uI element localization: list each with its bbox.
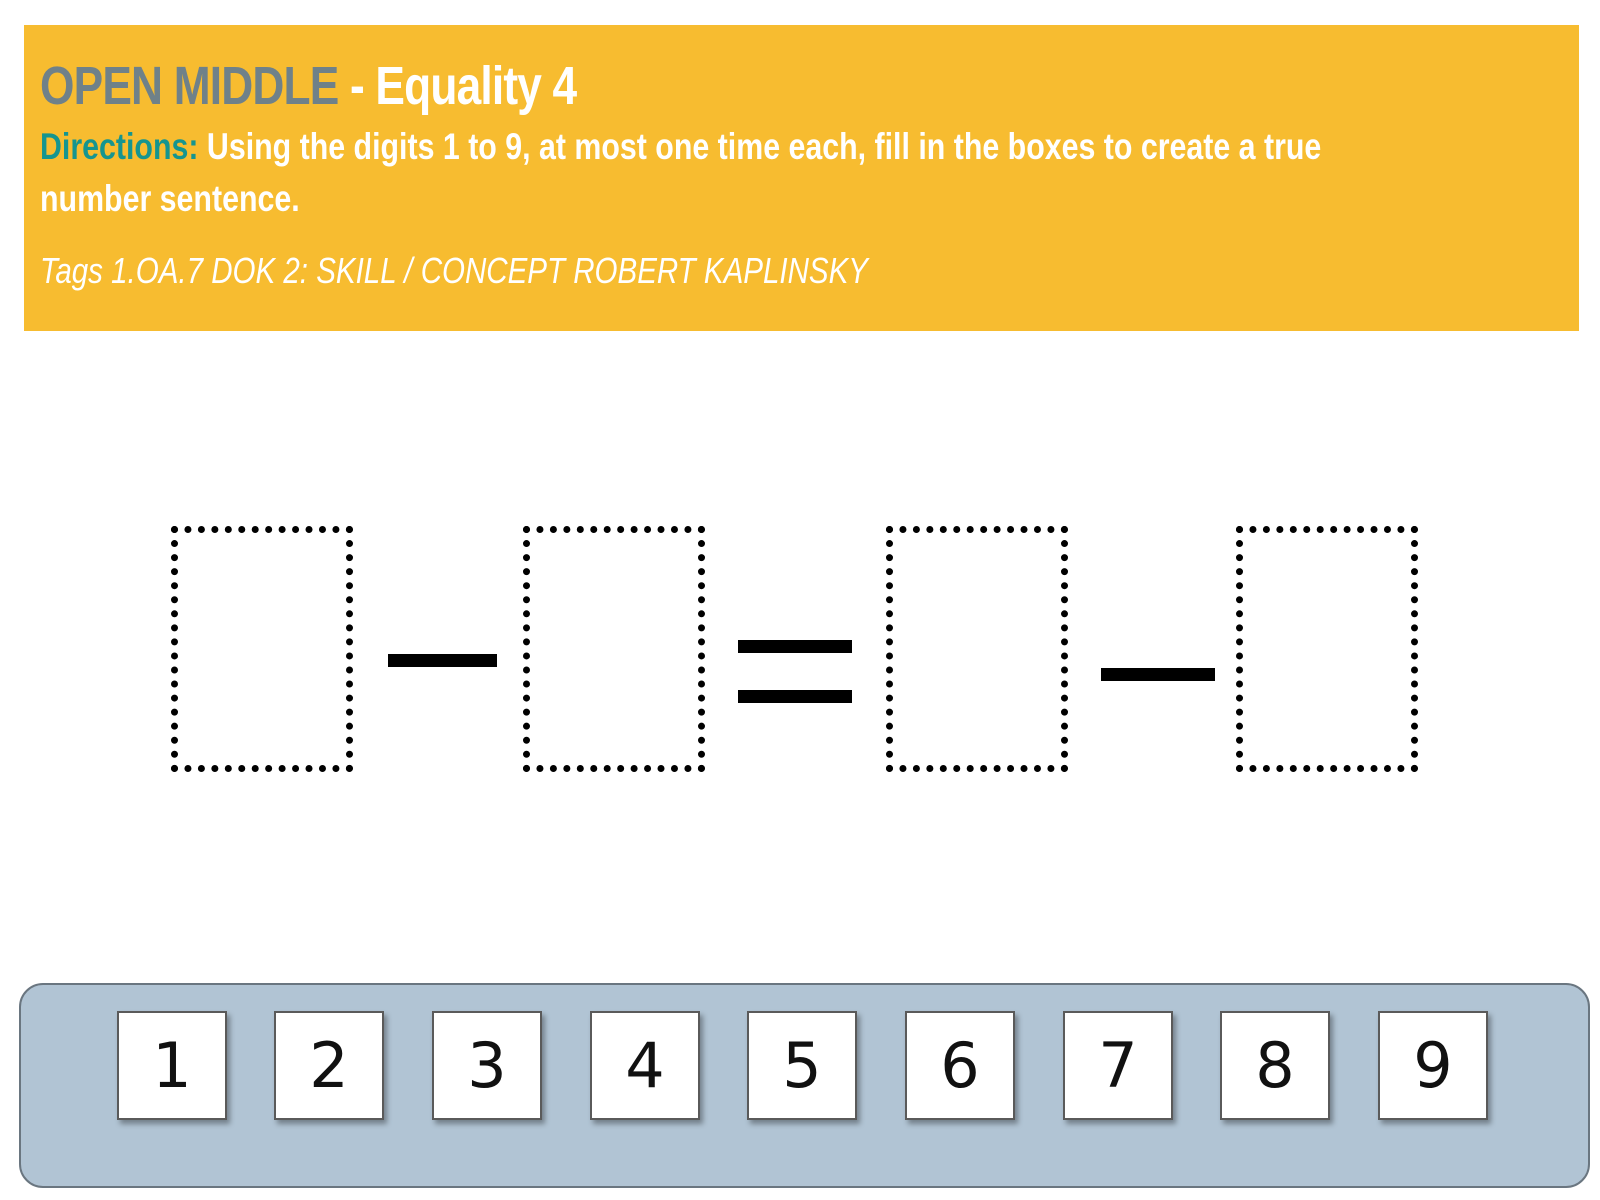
equals-sign-bottom-bar [738,690,852,703]
digit-tile-9[interactable]: 9 [1378,1011,1488,1120]
answer-box-4[interactable] [1236,526,1418,772]
answer-box-1[interactable] [171,526,353,772]
answer-box-2[interactable] [523,526,705,772]
header-banner: OPEN MIDDLE - Equality 4 Directions: Usi… [24,25,1579,331]
digit-tile-6[interactable]: 6 [905,1011,1015,1120]
directions: Directions: Using the digits 1 to 9, at … [40,121,1426,225]
minus-sign [1101,668,1215,681]
digit-tile-8[interactable]: 8 [1220,1011,1330,1120]
page-title: OPEN MIDDLE - Equality 4 [40,53,1289,119]
minus-sign [388,654,497,667]
digit-tile-1[interactable]: 1 [117,1011,227,1120]
digit-tile-2[interactable]: 2 [274,1011,384,1120]
answer-box-3[interactable] [886,526,1068,772]
equals-sign-top-bar [738,640,852,653]
digit-tile-7[interactable]: 7 [1063,1011,1173,1120]
directions-label: Directions: [40,126,199,167]
title-main: OPEN MIDDLE [40,56,339,116]
digit-tile-4[interactable]: 4 [590,1011,700,1120]
directions-text: Using the digits 1 to 9, at most one tim… [40,126,1322,219]
digit-tile-5[interactable]: 5 [747,1011,857,1120]
title-sub: - Equality 4 [338,56,577,116]
tags-line: Tags 1.OA.7 DOK 2: SKILL / CONCEPT ROBER… [40,250,868,291]
digit-tile-3[interactable]: 3 [432,1011,542,1120]
